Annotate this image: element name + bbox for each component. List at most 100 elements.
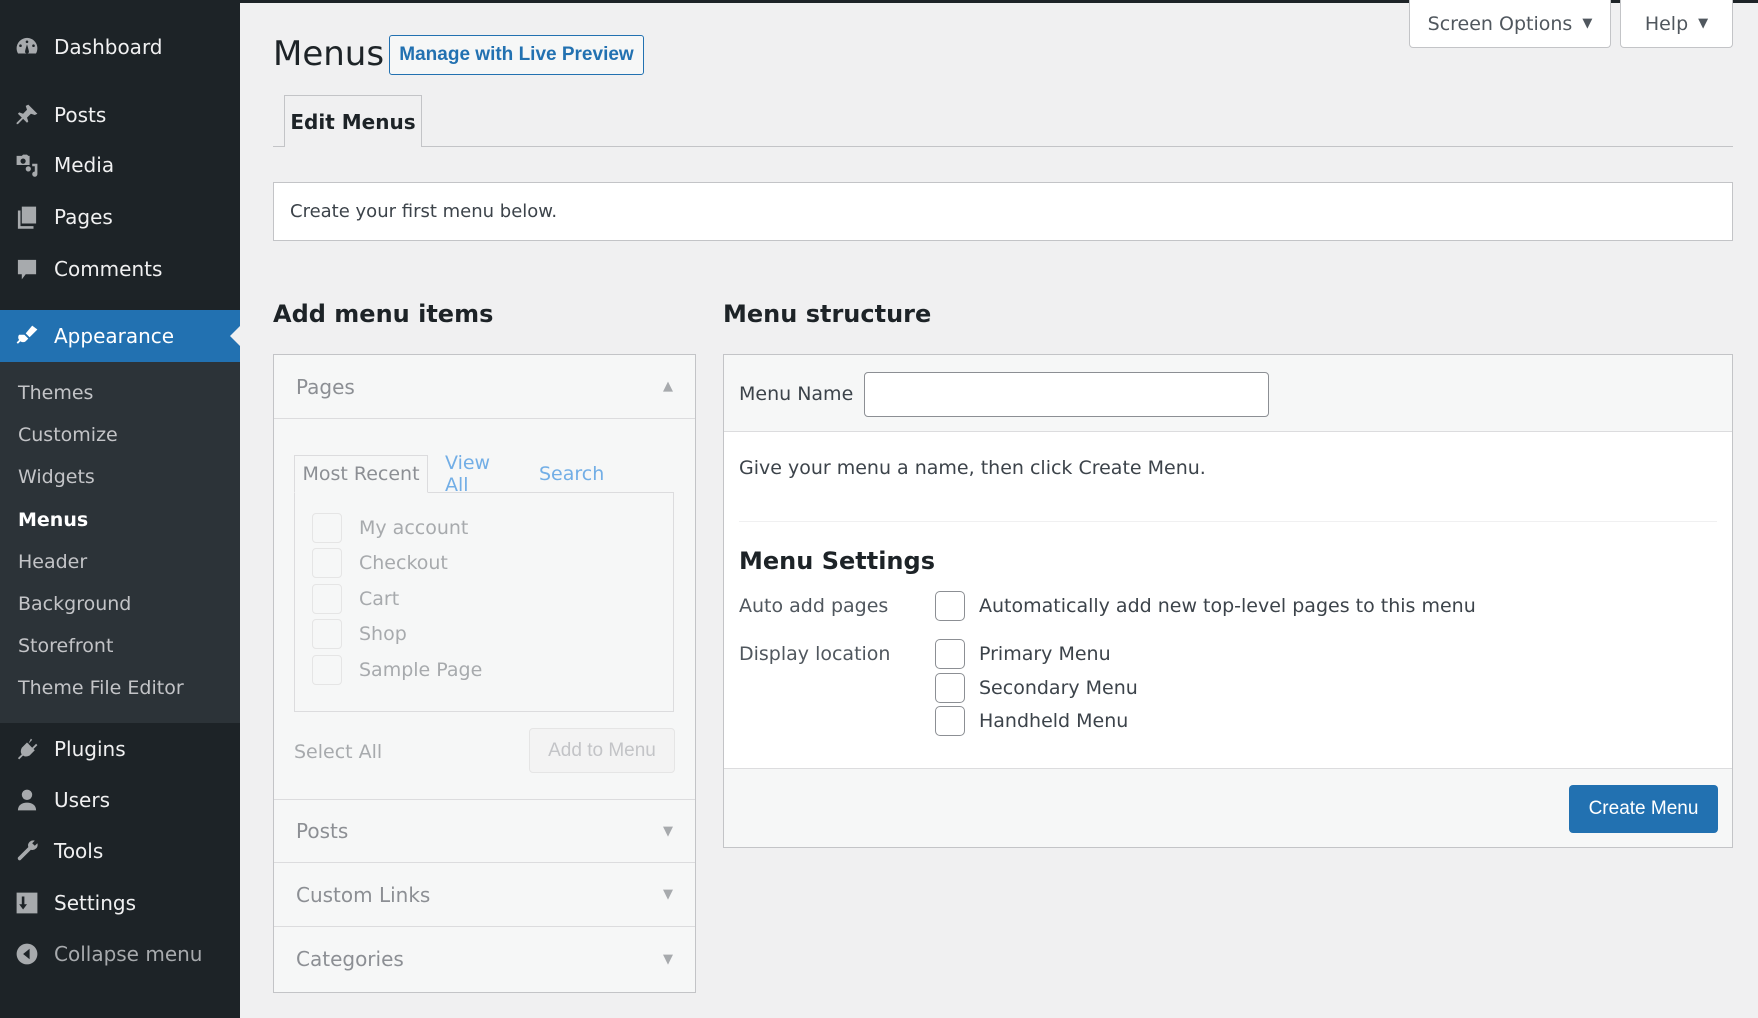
tab-edit-menus[interactable]: Edit Menus (284, 95, 422, 147)
create-menu-button[interactable]: Create Menu (1569, 785, 1718, 833)
location-secondary-menu[interactable]: Secondary Menu (935, 673, 1138, 703)
user-icon (13, 786, 41, 814)
caret-down-icon: ▼ (663, 887, 673, 902)
accordion-categories[interactable]: Categories ▼ (274, 927, 695, 991)
submenu-theme-file-editor[interactable]: Theme File Editor (18, 677, 184, 699)
dashboard-icon (13, 33, 41, 61)
submenu-themes[interactable]: Themes (18, 382, 93, 404)
submenu-background[interactable]: Background (18, 593, 131, 615)
caret-up-icon: ▲ (663, 379, 673, 394)
appearance-submenu: Themes Customize Widgets Menus Header Ba… (0, 362, 240, 723)
option-label: Primary Menu (979, 643, 1111, 665)
menu-name-bar: Menu Name (724, 355, 1732, 432)
checkbox[interactable] (935, 673, 965, 703)
plugin-icon (13, 735, 41, 763)
checkbox[interactable] (312, 584, 342, 614)
submenu-header[interactable]: Header (18, 551, 87, 573)
menu-name-input[interactable] (864, 372, 1269, 417)
submenu-customize[interactable]: Customize (18, 424, 118, 446)
option-label: Automatically add new top-level pages to… (979, 595, 1476, 617)
menu-name-label: Menu Name (739, 383, 854, 405)
page-checkbox-shop[interactable]: Shop (312, 619, 407, 649)
collapse-menu-button[interactable]: Collapse menu (0, 930, 240, 978)
sidebar-item-label: Users (54, 788, 111, 812)
brush-icon (13, 322, 41, 350)
caret-down-icon: ▼ (663, 823, 673, 839)
menu-footer: Create Menu (724, 768, 1732, 847)
sidebar-item-label: Media (54, 153, 115, 177)
auto-add-pages-label: Auto add pages (739, 595, 889, 617)
notice-message: Create your first menu below. (273, 182, 1733, 241)
pin-icon (13, 101, 41, 129)
location-primary-menu[interactable]: Primary Menu (935, 639, 1111, 669)
sidebar-item-plugins[interactable]: Plugins (0, 725, 240, 773)
accordion-title: Categories (296, 947, 404, 971)
option-label: Secondary Menu (979, 677, 1138, 699)
sidebar-item-label: Appearance (54, 324, 175, 348)
add-menu-items-panel: Pages ▲ Most Recent View All Search My a… (273, 354, 696, 993)
wrench-icon (13, 837, 41, 865)
page-checkbox-my-account[interactable]: My account (312, 513, 468, 543)
checkbox[interactable] (935, 706, 965, 736)
accordion-title: Pages (296, 374, 355, 399)
submenu-widgets[interactable]: Widgets (18, 466, 95, 488)
page-label: My account (359, 517, 469, 539)
screen-options-button[interactable]: Screen Options ▼ (1409, 0, 1611, 48)
manage-live-preview-button[interactable]: Manage with Live Preview (389, 35, 644, 75)
option-label: Handheld Menu (979, 710, 1129, 732)
accordion-posts[interactable]: Posts ▼ (274, 799, 695, 863)
caret-down-icon: ▼ (1698, 16, 1709, 31)
submenu-storefront[interactable]: Storefront (18, 635, 113, 657)
screen-options-label: Screen Options (1427, 12, 1573, 35)
checkbox[interactable] (935, 639, 965, 669)
collapse-icon (13, 940, 41, 968)
accordion-custom-links[interactable]: Custom Links ▼ (274, 863, 695, 927)
checkbox[interactable] (935, 591, 965, 621)
sidebar-item-label: Settings (54, 891, 137, 915)
menu-structure-heading: Menu structure (723, 300, 932, 328)
sidebar-item-settings[interactable]: Settings (0, 879, 240, 927)
tab-most-recent[interactable]: Most Recent (294, 455, 428, 493)
checkbox[interactable] (312, 548, 342, 578)
accordion-pages[interactable]: Pages ▲ (274, 355, 695, 419)
page-checkbox-checkout[interactable]: Checkout (312, 548, 448, 578)
sidebar-item-comments[interactable]: Comments (0, 245, 240, 293)
submenu-menus[interactable]: Menus (18, 509, 88, 531)
sidebar-item-label: Plugins (54, 737, 126, 761)
select-all-link[interactable]: Select All (294, 741, 382, 763)
checkbox[interactable] (312, 619, 342, 649)
sidebar-item-appearance[interactable]: Appearance (0, 310, 240, 362)
add-to-menu-button[interactable]: Add to Menu (529, 728, 675, 773)
accordion-title: Custom Links (296, 882, 431, 907)
caret-down-icon: ▼ (1582, 16, 1593, 31)
page-checkbox-sample-page[interactable]: Sample Page (312, 655, 482, 685)
sidebar-item-tools[interactable]: Tools (0, 827, 240, 875)
menu-settings-heading: Menu Settings (739, 547, 935, 575)
pages-checklist: My account Checkout Cart Shop Sample Pag… (294, 492, 674, 712)
settings-icon (13, 889, 41, 917)
sidebar-item-users[interactable]: Users (0, 776, 240, 824)
sidebar-item-label: Posts (54, 103, 107, 127)
menu-structure-panel: Menu Name Give your menu a name, then cl… (723, 354, 1733, 848)
checkbox[interactable] (312, 655, 342, 685)
page-checkbox-cart[interactable]: Cart (312, 584, 399, 614)
divider (739, 521, 1717, 522)
admin-sidebar: Dashboard Posts Media Pages Comments App… (0, 0, 240, 1018)
page-label: Checkout (359, 552, 448, 574)
sidebar-item-media[interactable]: Media (0, 141, 240, 189)
checkbox[interactable] (312, 513, 342, 543)
menu-hint-text: Give your menu a name, then click Create… (739, 457, 1206, 479)
sidebar-item-label: Comments (54, 257, 163, 281)
sidebar-item-label: Tools (54, 839, 104, 863)
location-handheld-menu[interactable]: Handheld Menu (935, 706, 1128, 736)
help-button[interactable]: Help ▼ (1620, 0, 1733, 48)
tab-search[interactable]: Search (539, 455, 604, 493)
sidebar-item-label: Dashboard (54, 35, 163, 59)
tab-view-all[interactable]: View All (445, 452, 490, 496)
page-title: Menus (273, 34, 385, 74)
page-label: Shop (359, 623, 407, 645)
sidebar-item-posts[interactable]: Posts (0, 91, 240, 139)
sidebar-item-dashboard[interactable]: Dashboard (0, 23, 240, 71)
sidebar-item-pages[interactable]: Pages (0, 193, 240, 241)
auto-add-pages-option[interactable]: Automatically add new top-level pages to… (935, 591, 1476, 621)
